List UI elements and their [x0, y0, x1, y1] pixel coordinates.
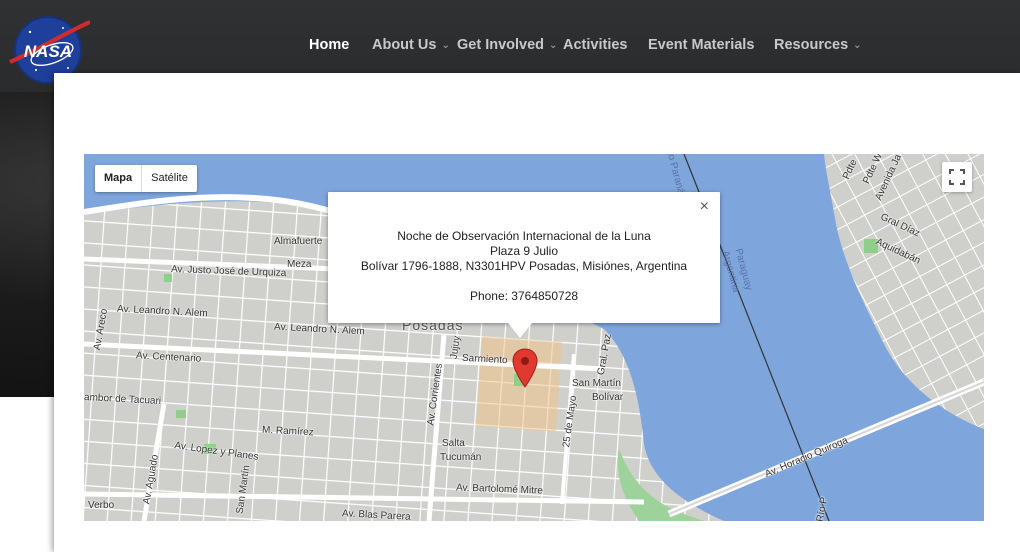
map-label: Sarmiento	[461, 352, 508, 367]
nav-home-label: Home	[309, 37, 350, 53]
map-type-satelite[interactable]: Satélite	[142, 165, 197, 192]
info-window: × Noche de Observación Internacional de …	[328, 192, 720, 338]
nav-about-us[interactable]: About Us ⌄	[372, 37, 450, 53]
map-label: San Martín	[572, 378, 621, 389]
event-phone: Phone: 3764850728	[469, 289, 579, 303]
close-icon[interactable]: ×	[700, 198, 709, 216]
map-label: Almafuerte	[274, 236, 323, 247]
nav-get-involved-label: Get Involved	[457, 37, 545, 53]
map-type-control: Mapa Satélite	[95, 165, 197, 192]
nav-activities[interactable]: Activities	[563, 37, 627, 53]
nav-resources[interactable]: Resources ⌄	[774, 37, 862, 53]
nav-get-involved[interactable]: Get Involved ⌄	[457, 37, 557, 53]
chevron-down-icon: ⌄	[549, 40, 558, 51]
nav-event-materials-label: Event Materials	[648, 37, 755, 53]
nav-home[interactable]: Home	[309, 37, 349, 53]
nav-activities-label: Activities	[563, 37, 628, 53]
map-label: Salta	[442, 438, 465, 449]
event-title: Noche de Observación Internacional de la…	[397, 229, 651, 243]
info-window-tail	[508, 323, 532, 338]
map-label: Meza	[287, 259, 312, 270]
event-address: Bolívar 1796-1888, N3301HPV Posadas, Mis…	[360, 259, 688, 273]
map-marker-icon[interactable]	[512, 348, 538, 388]
map-label: Bolívar	[592, 392, 624, 403]
fullscreen-button[interactable]	[942, 162, 972, 192]
event-place: Plaza 9 Julio	[489, 244, 559, 258]
google-map[interactable]: Almafuerte Meza Av. Justo José de Urquiz…	[84, 154, 984, 521]
map-label: Tucumán	[440, 452, 482, 463]
chevron-down-icon: ⌄	[441, 40, 450, 51]
nav-resources-label: Resources	[774, 37, 849, 53]
chevron-down-icon: ⌄	[853, 40, 862, 51]
fullscreen-icon	[949, 169, 965, 185]
map-label: Verbo	[88, 500, 115, 511]
map-type-mapa[interactable]: Mapa	[95, 165, 143, 192]
nav-about-us-label: About Us	[372, 37, 437, 53]
nav-event-materials[interactable]: Event Materials	[648, 37, 754, 53]
